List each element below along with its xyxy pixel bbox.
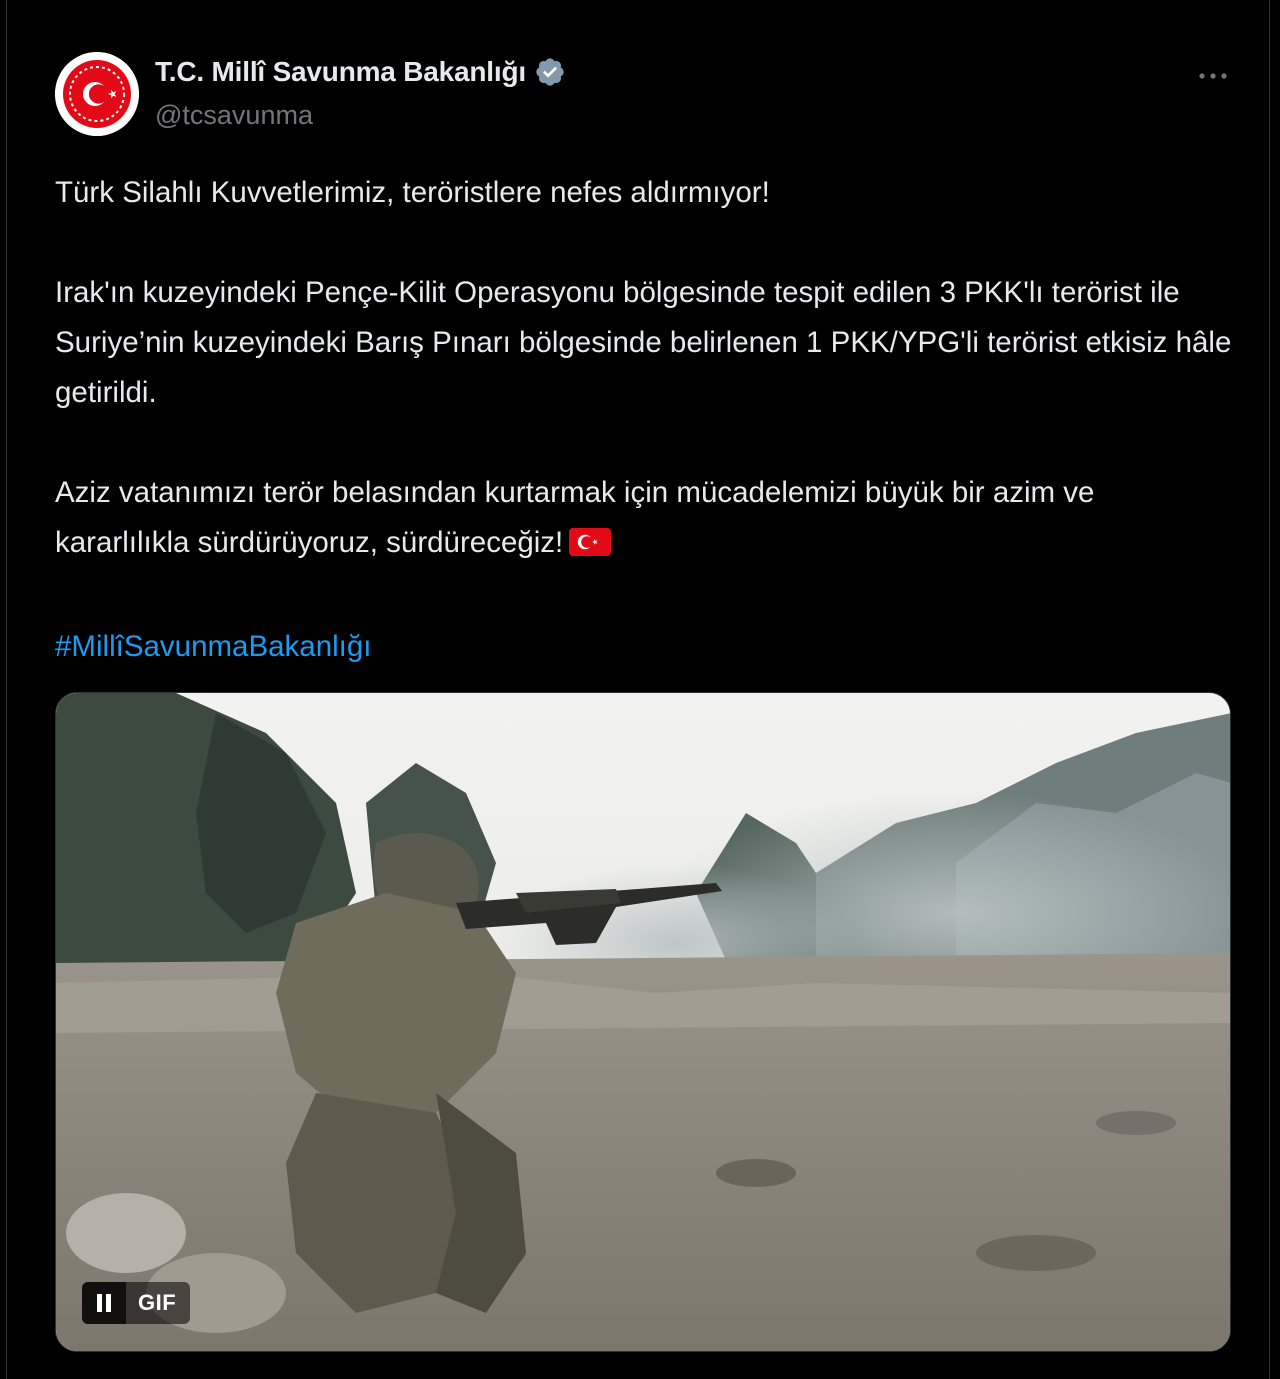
ministry-emblem-icon: [55, 52, 139, 136]
author-display-name[interactable]: T.C. Millî Savunma Bakanlığı: [155, 56, 526, 88]
turkish-flag-icon: [569, 522, 612, 572]
tweet-media-gif[interactable]: GIF: [55, 692, 1231, 1352]
tweet-paragraph: Irak'ın kuzeyindeki Pençe-Kilit Operasyo…: [55, 276, 1232, 409]
tweet-paragraph: Aziz vatanımızı terör belasından kurtarm…: [55, 468, 1235, 572]
more-options-button[interactable]: [1193, 60, 1233, 92]
pause-icon: [97, 1294, 111, 1312]
pause-button[interactable]: [82, 1282, 126, 1324]
gif-badge: GIF: [138, 1290, 177, 1315]
gif-controls: GIF: [82, 1282, 191, 1324]
tweet-paragraph: Türk Silahlı Kuvvetlerimiz, teröristlere…: [55, 176, 770, 209]
hashtag-link[interactable]: #MillîSavunmaBakanlığı: [55, 630, 371, 663]
author-name-row: T.C. Millî Savunma Bakanlığı: [155, 56, 566, 88]
tweet-text: Türk Silahlı Kuvvetlerimiz, teröristlere…: [55, 168, 1235, 672]
tweet-card: T.C. Millî Savunma Bakanlığı @tcsavunma …: [6, 0, 1270, 1379]
tweet-hashtag-line: #MillîSavunmaBakanlığı: [55, 622, 1235, 672]
more-options-icon: [1199, 73, 1227, 79]
verified-badge-icon[interactable]: [534, 56, 566, 88]
avatar[interactable]: [55, 52, 139, 136]
author-handle[interactable]: @tcsavunma: [155, 100, 313, 131]
gif-scene-image: [56, 693, 1230, 1351]
